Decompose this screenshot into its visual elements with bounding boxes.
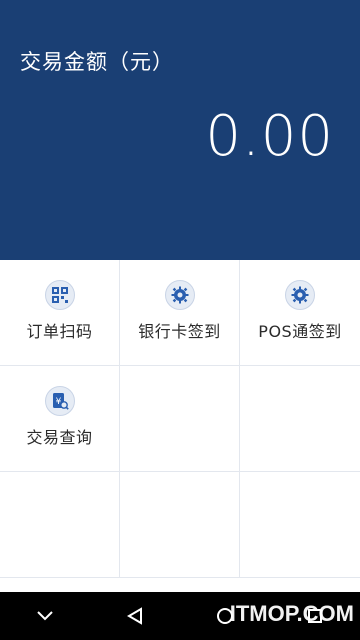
menu-grid: 订单扫码 银行卡签到 POS通签到 ¥ 交易查询 bbox=[0, 260, 360, 578]
menu-item-order-scan[interactable]: 订单扫码 bbox=[0, 260, 120, 366]
back-triangle-icon[interactable] bbox=[115, 596, 155, 636]
qr-scan-icon bbox=[44, 279, 75, 310]
bottom-spacer bbox=[0, 578, 360, 592]
menu-item-pos-signin[interactable]: POS通签到 bbox=[240, 260, 360, 366]
menu-item-label: 订单扫码 bbox=[26, 321, 93, 341]
menu-item-label: POS通签到 bbox=[258, 321, 342, 341]
amount-header: 交易金额（元） 0.00 bbox=[0, 0, 360, 260]
menu-item-bankcard-signin[interactable]: 银行卡签到 bbox=[120, 260, 240, 366]
menu-empty-cell bbox=[240, 366, 360, 472]
gear-icon bbox=[164, 279, 195, 310]
chevron-down-icon[interactable] bbox=[25, 596, 65, 636]
menu-item-transaction-query[interactable]: ¥ 交易查询 bbox=[0, 366, 120, 472]
menu-item-label: 银行卡签到 bbox=[138, 321, 221, 341]
menu-item-label: 交易查询 bbox=[26, 427, 93, 447]
gear-icon bbox=[285, 279, 315, 310]
amount-label: 交易金额（元） bbox=[20, 50, 174, 74]
menu-empty-cell bbox=[120, 366, 240, 472]
menu-empty-cell bbox=[120, 472, 240, 578]
app-screen: 交易金额（元） 0.00 订单扫码 银行卡签到 POS通签到 ¥ 交易查询 IT… bbox=[0, 0, 360, 640]
menu-empty-cell bbox=[0, 472, 120, 578]
menu-empty-cell bbox=[240, 472, 360, 578]
watermark-logo: ITMOP.COM bbox=[229, 601, 354, 626]
amount-value: 0.00 bbox=[205, 104, 334, 169]
transaction-search-icon: ¥ bbox=[44, 385, 75, 416]
